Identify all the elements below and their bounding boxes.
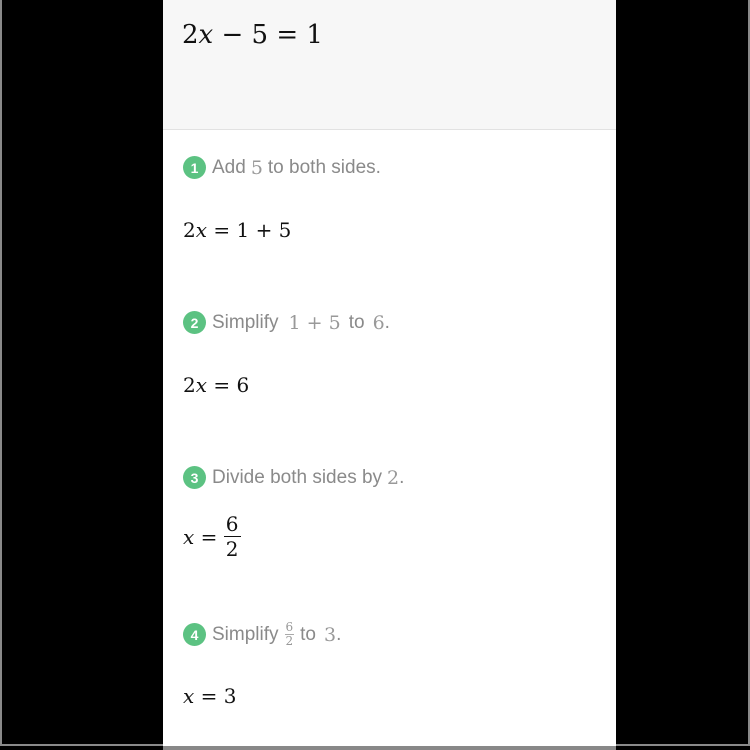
step-text: . — [336, 623, 342, 645]
coef: 2 — [183, 218, 196, 242]
step-math: 1 + 5 — [288, 311, 341, 334]
panel-bottom-edge — [163, 746, 616, 750]
step-math: 6 — [372, 311, 385, 334]
step-text: Simplify — [212, 623, 279, 645]
step-fraction: 6 2 — [284, 620, 295, 649]
step-3-label: 3 Divide both sides by 2 . — [183, 466, 404, 489]
step-text: to — [300, 623, 317, 645]
step-text: Add — [212, 156, 246, 178]
denominator: 2 — [285, 634, 294, 649]
rest: = 3 — [194, 684, 237, 708]
frame-border-left — [0, 0, 2, 744]
step-text: to — [348, 311, 365, 333]
var: x — [195, 373, 208, 397]
step-2-label: 2 Simplify 1 + 5 to 6 . — [183, 311, 390, 334]
step-2-result: 2x = 6 — [183, 373, 249, 397]
step-3-result: x = 6 2 — [183, 512, 241, 561]
rest: = 6 — [207, 373, 250, 397]
solution-panel: 2x − 5 = 1 1 Add 5 to both sides. 2x = 1… — [163, 0, 616, 750]
fraction: 6 2 — [223, 512, 241, 561]
step-text: Simplify — [212, 311, 279, 333]
rest: = 1 + 5 — [207, 218, 292, 242]
step-1-label: 1 Add 5 to both sides. — [183, 156, 381, 179]
var: x — [183, 524, 195, 549]
step-4-label: 4 Simplify 6 2 to 3 . — [183, 620, 342, 649]
numerator: 6 — [223, 512, 241, 537]
step-text: Divide both sides by — [212, 466, 383, 488]
var: x — [195, 218, 208, 242]
step-number-badge: 2 — [183, 311, 206, 334]
step-number-badge: 1 — [183, 156, 206, 179]
step-number-badge: 4 — [183, 623, 206, 647]
step-math: 5 — [250, 156, 263, 179]
coef: 2 — [182, 20, 199, 50]
step-1-result: 2x = 1 + 5 — [183, 218, 291, 242]
equals: = — [194, 524, 224, 549]
problem-equation: 2x − 5 = 1 — [182, 20, 323, 50]
rest: − 5 = 1 — [213, 20, 323, 50]
step-number-badge: 3 — [183, 466, 206, 489]
denominator: 2 — [225, 537, 239, 561]
problem-header: 2x − 5 = 1 — [163, 0, 616, 130]
numerator: 6 — [284, 620, 295, 636]
step-text: . — [399, 466, 405, 488]
step-4-result: x = 3 — [183, 684, 236, 708]
step-math: 2 — [387, 466, 400, 489]
step-text: . — [384, 311, 390, 333]
var: x — [198, 20, 214, 50]
step-math: 3 — [324, 623, 337, 646]
var: x — [183, 684, 195, 708]
step-text: to both sides. — [267, 156, 381, 178]
coef: 2 — [183, 373, 196, 397]
